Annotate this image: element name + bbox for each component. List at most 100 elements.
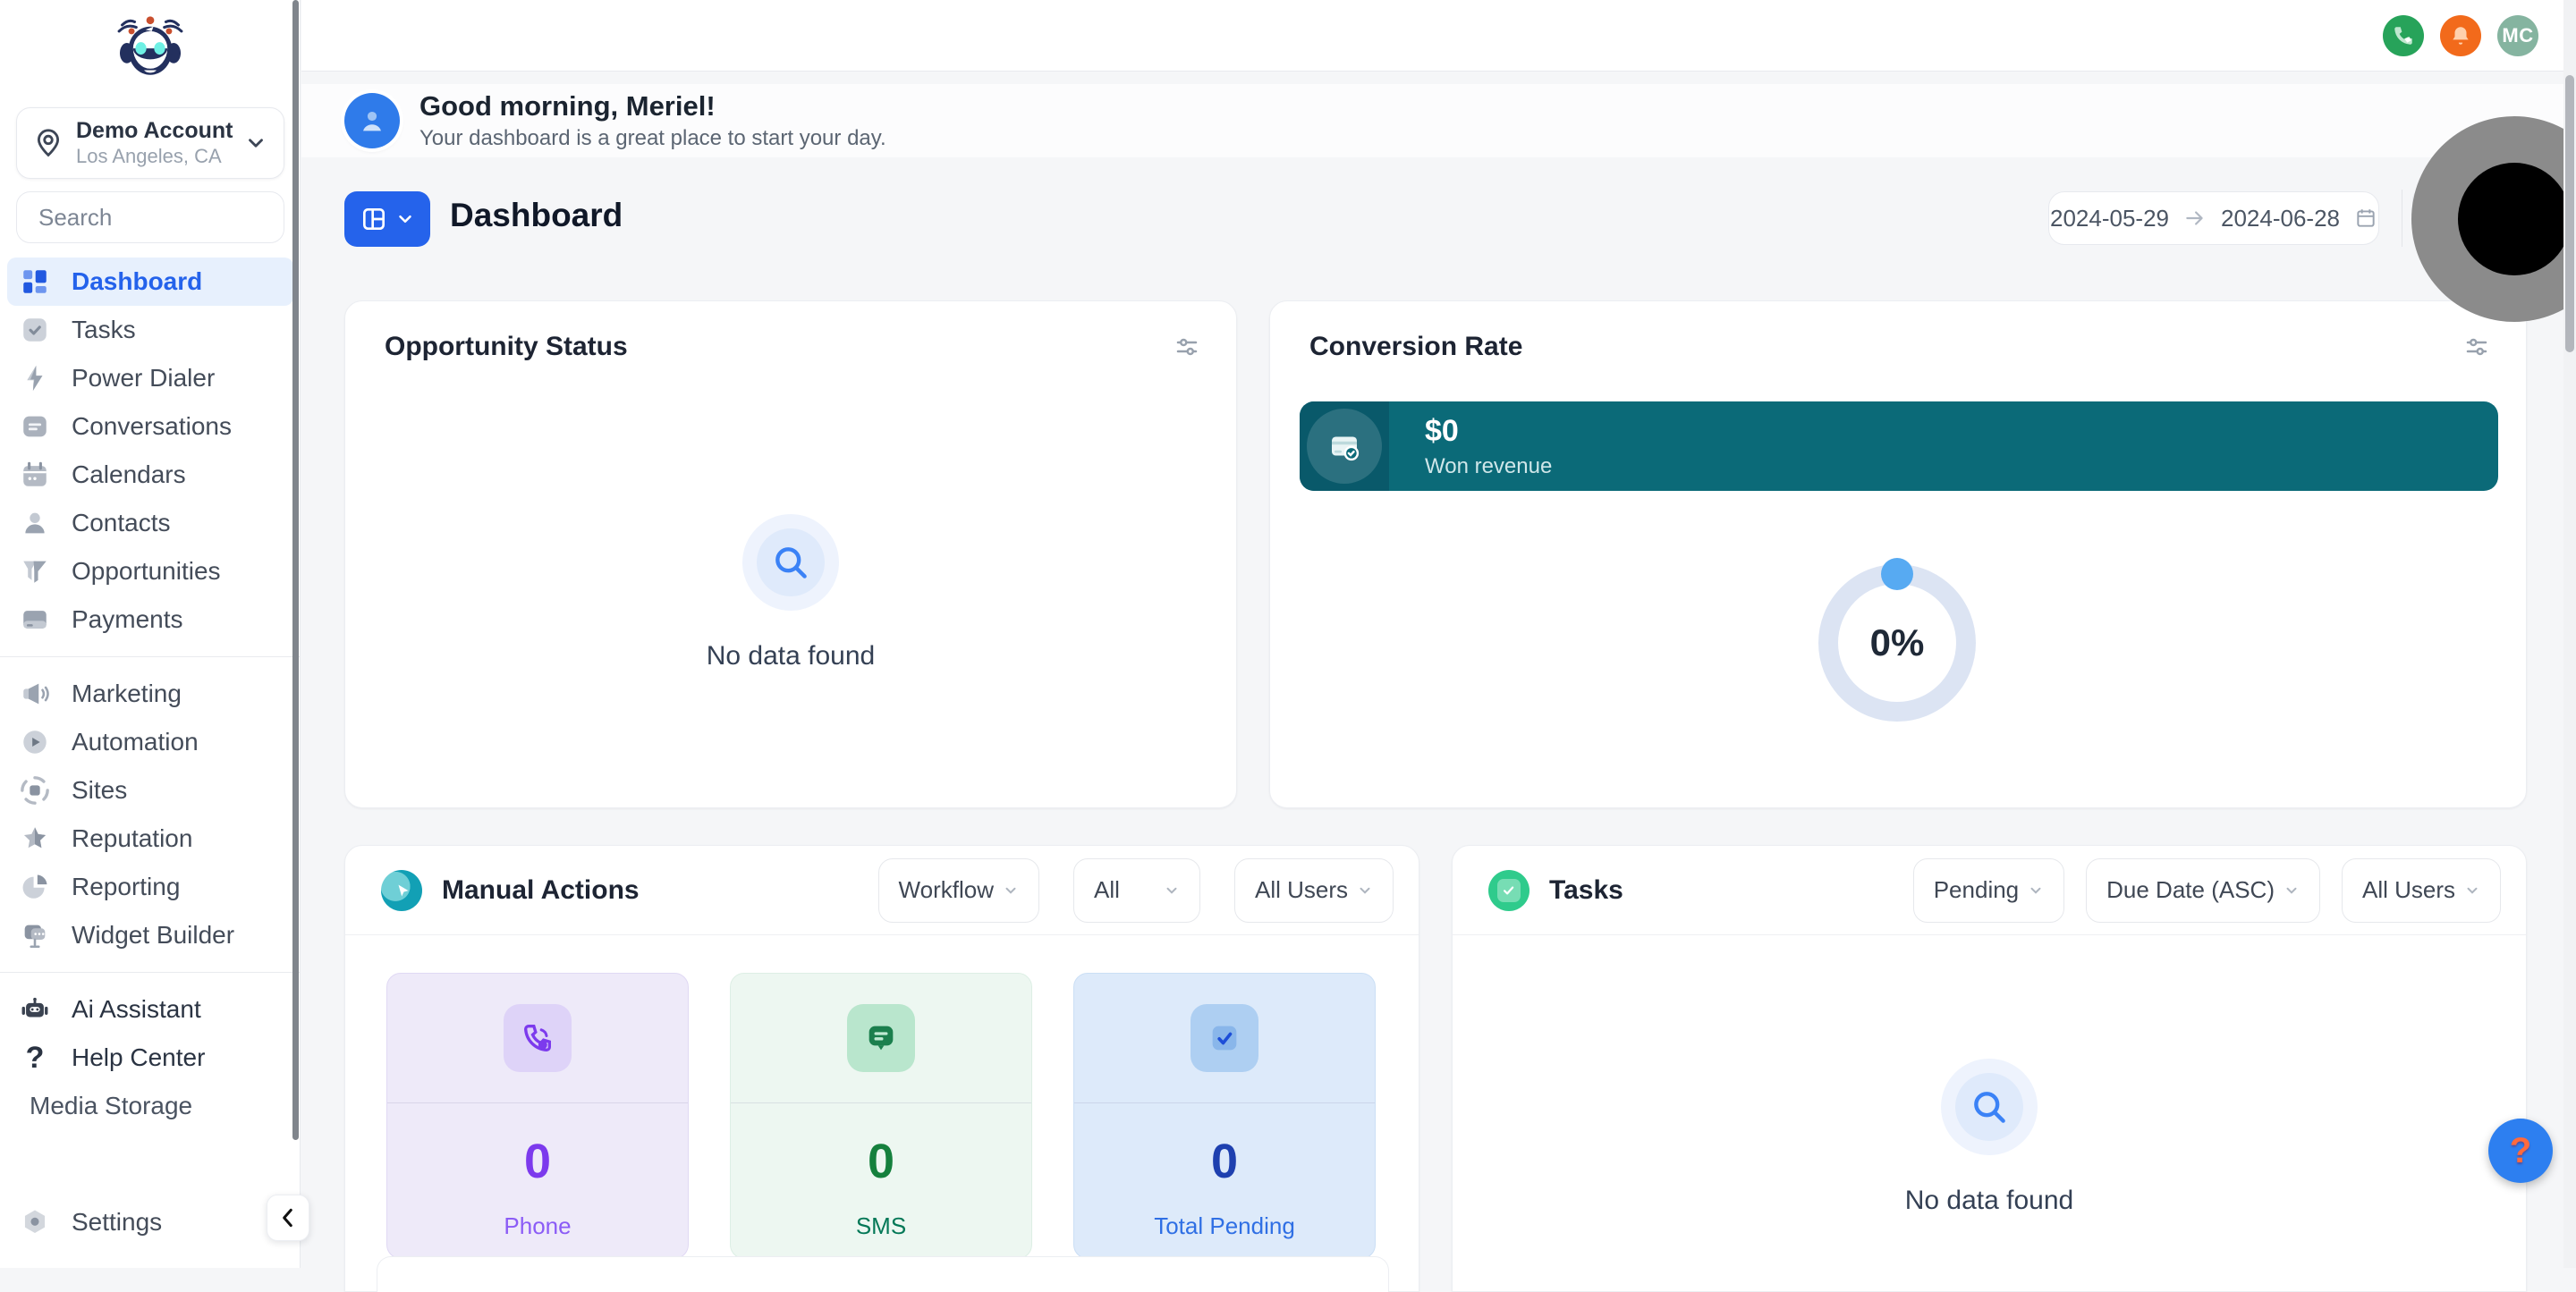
sidebar-item-label: Reporting bbox=[72, 873, 180, 901]
sidebar-scrollbar[interactable] bbox=[292, 0, 299, 1140]
sort-filter-dropdown[interactable]: Due Date (ASC) bbox=[2086, 858, 2320, 923]
chevron-down-icon bbox=[1003, 882, 1019, 899]
sidebar-item-label: Reputation bbox=[72, 824, 192, 853]
layout-grid-icon bbox=[360, 205, 388, 233]
search-box[interactable] bbox=[16, 191, 284, 243]
contacts-icon bbox=[20, 508, 50, 538]
sidebar-item-reporting[interactable]: Reporting bbox=[7, 863, 293, 911]
sidebar-item-label: Widget Builder bbox=[72, 921, 234, 950]
user-avatar[interactable]: MC bbox=[2497, 15, 2538, 56]
won-revenue-label: Won revenue bbox=[1425, 454, 1552, 479]
donut-progress-dot bbox=[1881, 558, 1913, 590]
avatar-initials: MC bbox=[2502, 24, 2533, 47]
dropdown-value: Due Date (ASC) bbox=[2106, 876, 2275, 904]
chevron-down-icon bbox=[244, 131, 267, 155]
date-end: 2024-06-28 bbox=[2221, 205, 2340, 232]
sidebar-item-conversations[interactable]: Conversations bbox=[7, 402, 293, 451]
manual-actions-card: Manual Actions Workflow All All Users bbox=[344, 845, 1419, 1292]
sidebar-item-marketing[interactable]: Marketing bbox=[7, 670, 293, 718]
no-data-search-icon bbox=[1970, 1087, 2009, 1127]
sidebar-item-opportunities[interactable]: Opportunities bbox=[7, 547, 293, 595]
tasks-icon bbox=[20, 315, 50, 345]
sidebar-item-automation[interactable]: Automation bbox=[7, 718, 293, 766]
person-icon bbox=[357, 106, 387, 136]
topbar: MC bbox=[301, 0, 2576, 72]
filter-sliders-icon[interactable] bbox=[1174, 334, 1200, 360]
sms-count: 0 bbox=[731, 1134, 1031, 1189]
conversion-rate-card: Conversion Rate bbox=[1269, 300, 2527, 808]
widget-builder-icon bbox=[20, 920, 50, 950]
card-title: Conversion Rate bbox=[1309, 332, 1522, 362]
page-scrollbar[interactable] bbox=[2563, 0, 2576, 1268]
greeting-subtitle: Your dashboard is a great place to start… bbox=[419, 126, 886, 151]
account-selector[interactable]: Demo Account Los Angeles, CA bbox=[16, 107, 284, 179]
dropdown-value: All Users bbox=[1255, 876, 1348, 904]
sidebar-item-label: Sites bbox=[72, 776, 127, 805]
sidebar-item-label: Dashboard bbox=[72, 267, 202, 296]
sidebar-item-dashboard[interactable]: Dashboard bbox=[7, 258, 293, 306]
revenue-card-icon bbox=[1307, 409, 1382, 484]
tasks-check-icon bbox=[1488, 870, 1530, 911]
won-revenue-icon-strip bbox=[1300, 401, 1389, 491]
no-data-search-icon bbox=[771, 543, 810, 582]
sidebar-item-label: Help Center bbox=[72, 1043, 205, 1072]
sidebar-item-ai-assistant[interactable]: Ai Assistant bbox=[7, 985, 293, 1034]
sidebar-item-label: Contacts bbox=[72, 509, 171, 537]
sidebar-nav: Dashboard Tasks Power Dialer Conversatio… bbox=[0, 258, 301, 1130]
sidebar-item-contacts[interactable]: Contacts bbox=[7, 499, 293, 547]
phone-count: 0 bbox=[387, 1134, 688, 1189]
manual-actions-sms-tile[interactable]: 0 SMS bbox=[730, 973, 1032, 1259]
conversations-icon bbox=[20, 411, 50, 442]
total-pending-label: Total Pending bbox=[1074, 1212, 1375, 1240]
greeting-title: Good morning, Meriel! bbox=[419, 90, 886, 122]
users-filter-dropdown[interactable]: All Users bbox=[1234, 858, 1394, 923]
workflow-filter-dropdown[interactable]: Workflow bbox=[878, 858, 1039, 923]
card-title: Opportunity Status bbox=[385, 332, 628, 362]
sidebar-item-widget-builder[interactable]: Widget Builder bbox=[7, 911, 293, 959]
empty-state: No data found bbox=[1453, 1059, 2526, 1216]
status-filter-dropdown[interactable]: Pending bbox=[1913, 858, 2064, 923]
calendars-icon bbox=[20, 460, 50, 490]
notifications-button[interactable] bbox=[2440, 15, 2481, 56]
sidebar-divider bbox=[0, 972, 301, 973]
phone-chip-icon bbox=[504, 1004, 572, 1072]
sidebar-item-help-center[interactable]: ? Help Center bbox=[7, 1034, 293, 1082]
opportunities-icon bbox=[20, 556, 50, 587]
sidebar-item-sites[interactable]: Sites bbox=[7, 766, 293, 815]
sidebar-collapse-button[interactable] bbox=[267, 1195, 309, 1241]
account-location: Los Angeles, CA bbox=[76, 145, 244, 168]
sidebar-item-label: Conversations bbox=[72, 412, 232, 441]
sidebar: Demo Account Los Angeles, CA Dashboard bbox=[0, 0, 301, 1268]
sidebar-item-media-storage[interactable]: Media Storage bbox=[7, 1082, 293, 1130]
sidebar-item-label: Payments bbox=[72, 605, 183, 634]
settings-gear-icon bbox=[20, 1207, 50, 1237]
sidebar-item-payments[interactable]: Payments bbox=[7, 595, 293, 644]
sidebar-item-tasks[interactable]: Tasks bbox=[7, 306, 293, 354]
sidebar-item-calendars[interactable]: Calendars bbox=[7, 451, 293, 499]
phone-button[interactable] bbox=[2383, 15, 2424, 56]
type-filter-dropdown[interactable]: All bbox=[1073, 858, 1200, 923]
phone-label: Phone bbox=[387, 1212, 688, 1240]
calendar-icon bbox=[2354, 207, 2377, 230]
users-filter-dropdown[interactable]: All Users bbox=[2342, 858, 2501, 923]
manual-actions-total-pending-tile[interactable]: 0 Total Pending bbox=[1073, 973, 1376, 1259]
sidebar-item-label: Settings bbox=[72, 1208, 162, 1237]
sidebar-item-label: Media Storage bbox=[30, 1092, 192, 1120]
date-start: 2024-05-29 bbox=[2050, 205, 2169, 232]
sidebar-item-reputation[interactable]: Reputation bbox=[7, 815, 293, 863]
ai-assistant-robot-icon bbox=[20, 994, 50, 1025]
page-scrollbar-thumb[interactable] bbox=[2565, 75, 2574, 352]
dashboard-layout-button[interactable] bbox=[344, 191, 430, 247]
automation-icon bbox=[20, 727, 50, 757]
sidebar-item-label: Opportunities bbox=[72, 557, 221, 586]
page-title: Dashboard bbox=[450, 197, 623, 234]
sidebar-item-settings[interactable]: Settings bbox=[7, 1198, 258, 1246]
chevron-left-icon bbox=[276, 1206, 300, 1229]
manual-actions-phone-tile[interactable]: 0 Phone bbox=[386, 973, 689, 1259]
power-dialer-icon bbox=[20, 363, 50, 393]
page-title-row: Dashboard 2024-05-29 2024-06-28 bbox=[301, 184, 2576, 256]
filter-sliders-icon[interactable] bbox=[2463, 334, 2490, 360]
sidebar-item-power-dialer[interactable]: Power Dialer bbox=[7, 354, 293, 402]
date-range-picker[interactable]: 2024-05-29 2024-06-28 bbox=[2048, 191, 2379, 245]
help-fab-button[interactable]: ? bbox=[2488, 1119, 2553, 1183]
